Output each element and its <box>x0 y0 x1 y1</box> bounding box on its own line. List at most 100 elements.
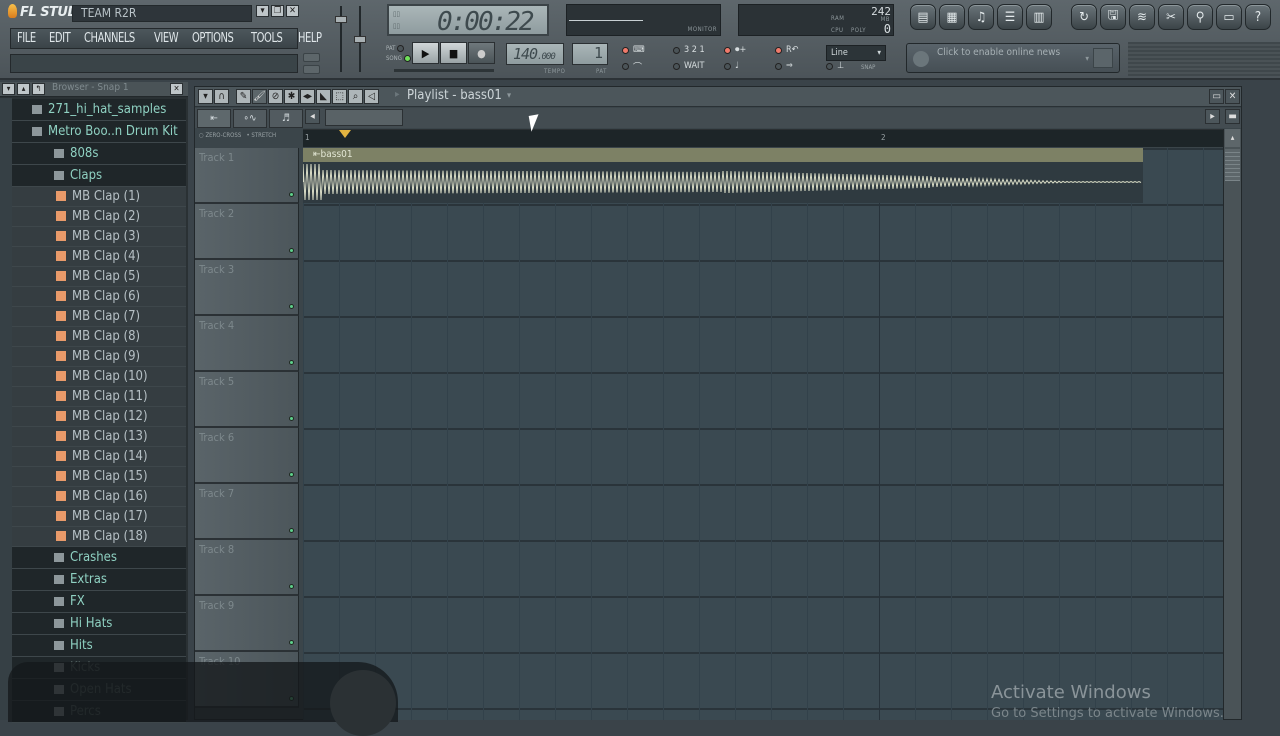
browser-file-item[interactable]: MB Clap (16) <box>12 487 186 507</box>
track-header[interactable]: Track 6 <box>195 428 299 484</box>
menu-options[interactable]: OPTIONS <box>192 31 234 46</box>
metronome-led[interactable] <box>622 62 629 70</box>
document-icon[interactable]: ▭ <box>1216 4 1242 30</box>
menu-view[interactable]: VIEW <box>154 31 179 46</box>
browser-file-item[interactable]: MB Clap (4) <box>12 247 186 267</box>
browser-file-item[interactable]: MB Clap (13) <box>12 427 186 447</box>
piano-roll-icon[interactable]: ♫ <box>968 4 994 30</box>
browser-file-item[interactable]: MB Clap (5) <box>12 267 186 287</box>
track-header[interactable]: Track 1 <box>195 148 299 204</box>
track-header[interactable]: Track 5 <box>195 372 299 428</box>
playlist-close-button[interactable]: ✕ <box>1225 89 1240 104</box>
snap-select[interactable]: Line ▾ <box>826 45 886 61</box>
pat-song-switch[interactable]: PAT SONG <box>386 44 411 64</box>
mixer-icon[interactable]: ▥ <box>1026 4 1052 30</box>
browser-folder-item[interactable]: 271_hi_hat_samples <box>12 99 186 121</box>
browser-close-button[interactable]: ✕ <box>170 83 183 95</box>
track-mute-led[interactable] <box>289 304 294 309</box>
slice-tool-icon[interactable]: ◣ <box>316 89 331 104</box>
browser-folder-item[interactable]: Metro Boo..n Drum Kit <box>12 121 186 143</box>
horizontal-scrollbar[interactable] <box>325 109 403 126</box>
scroll-up-button[interactable]: ▴ <box>1225 129 1240 147</box>
browser-folder-item[interactable]: 808s <box>12 143 186 165</box>
paint-tool-icon[interactable]: 🖌 <box>252 89 267 104</box>
position-slider[interactable] <box>394 69 494 72</box>
browser-file-item[interactable]: MB Clap (14) <box>12 447 186 467</box>
menu-tools[interactable]: TOOLS <box>251 31 283 46</box>
track-mute-led[interactable] <box>289 248 294 253</box>
track-mute-led[interactable] <box>289 416 294 421</box>
track-header[interactable]: Track 4 <box>195 316 299 372</box>
browser-folder-item[interactable]: Claps <box>12 165 186 187</box>
mic-icon[interactable]: ⚲ <box>1187 4 1213 30</box>
browser-folder-item[interactable]: FX <box>12 591 186 613</box>
metronome-icon[interactable]: ⌒ <box>633 60 667 73</box>
step-edit-led[interactable] <box>724 46 731 54</box>
wait-icon[interactable]: WAIT <box>684 61 718 71</box>
stop-button[interactable]: ■ <box>440 42 467 64</box>
browser-file-item[interactable]: MB Clap (3) <box>12 227 186 247</box>
loop-record-icon[interactable]: R↶ <box>786 45 820 55</box>
song-led[interactable] <box>403 55 411 62</box>
browser-file-item[interactable]: MB Clap (10) <box>12 367 186 387</box>
track-header[interactable]: Track 3 <box>195 260 299 316</box>
step-sequencer-icon[interactable]: ▦ <box>939 4 965 30</box>
playlist-grid[interactable]: ⇤bass01 <box>303 148 1223 720</box>
vertical-scrollbar[interactable]: ▴ <box>1223 129 1241 719</box>
track-header[interactable]: Track 9 <box>195 596 299 652</box>
menu-edit[interactable]: EDIT <box>49 31 71 46</box>
browser-file-item[interactable]: MB Clap (7) <box>12 307 186 327</box>
time-display[interactable]: ▯▯ ▯▯ 0:00:22 <box>387 4 549 37</box>
browser-folder-item[interactable]: Hi Hats <box>12 613 186 635</box>
browser-up-button[interactable]: ▴ <box>17 83 30 95</box>
browser-folder-item[interactable]: Extras <box>12 569 186 591</box>
tempo-display[interactable]: 140.000 <box>506 43 564 65</box>
browser-scrollbar[interactable] <box>0 98 12 720</box>
multilink-led[interactable] <box>826 62 833 70</box>
restore-button[interactable]: ❐ <box>271 5 284 17</box>
download-icon[interactable] <box>1093 48 1113 68</box>
track-header[interactable]: Track 2 <box>195 204 299 260</box>
step-edit-icon[interactable]: ⏺+ <box>735 45 769 55</box>
browser-file-item[interactable]: MB Clap (15) <box>12 467 186 487</box>
clip-header[interactable]: ⇤bass01 <box>303 148 1143 162</box>
track-mute-led[interactable] <box>289 528 294 533</box>
scroll-icon[interactable]: ⇒ <box>786 61 820 71</box>
zero-cross-option[interactable]: ○ ZERO-CROSS • STRETCH <box>199 132 276 139</box>
record-button[interactable]: ● <box>468 42 495 64</box>
delete-tool-icon[interactable]: ⊘ <box>268 89 283 104</box>
browser-file-item[interactable]: MB Clap (18) <box>12 527 186 547</box>
browser-icon[interactable]: ☰ <box>997 4 1023 30</box>
playback-tool-icon[interactable]: ◁ <box>364 89 379 104</box>
menu-help[interactable]: HELP <box>298 31 322 46</box>
track-mute-led[interactable] <box>289 640 294 645</box>
audio-clip[interactable]: ⇤bass01 <box>303 148 1143 203</box>
track-mute-led[interactable] <box>289 360 294 365</box>
browser-file-item[interactable]: MB Clap (12) <box>12 407 186 427</box>
undo-icon[interactable]: ↻ <box>1071 4 1097 30</box>
timeline-ruler[interactable]: 1 2 <box>303 129 1223 147</box>
tab-patterns[interactable]: ⇤ <box>197 109 231 128</box>
tab-audio[interactable]: ♬ <box>269 109 303 128</box>
track-header[interactable]: Track 7 <box>195 484 299 540</box>
select-tool-icon[interactable]: ⬚ <box>332 89 347 104</box>
menu-file[interactable]: FILE <box>17 31 36 46</box>
scroll-left-button[interactable]: ◂ <box>305 109 320 124</box>
browser-file-item[interactable]: MB Clap (1) <box>12 187 186 207</box>
master-volume-fader[interactable] <box>335 6 347 72</box>
browser-file-item[interactable]: MB Clap (8) <box>12 327 186 347</box>
snap-magnet-icon[interactable]: ∩ <box>214 89 229 104</box>
typing-keyboard-button[interactable] <box>303 53 320 62</box>
minimize-button[interactable]: ▾ <box>256 5 269 17</box>
countdown-led[interactable] <box>673 46 680 54</box>
title-chevron-icon[interactable]: ▾ <box>507 91 511 101</box>
cut-tool-icon[interactable]: ✂ <box>1158 4 1184 30</box>
wait-led[interactable] <box>673 62 680 70</box>
track-mute-led[interactable] <box>289 584 294 589</box>
browser-back-button[interactable]: ↰ <box>32 83 45 95</box>
browser-file-item[interactable]: MB Clap (17) <box>12 507 186 527</box>
browser-file-item[interactable]: MB Clap (6) <box>12 287 186 307</box>
online-news-panel[interactable]: Click to enable online news ▾ <box>906 43 1120 73</box>
export-wave-icon[interactable]: ≋ <box>1129 4 1155 30</box>
typing-keyboard-icon[interactable]: ⌨ <box>633 45 667 55</box>
